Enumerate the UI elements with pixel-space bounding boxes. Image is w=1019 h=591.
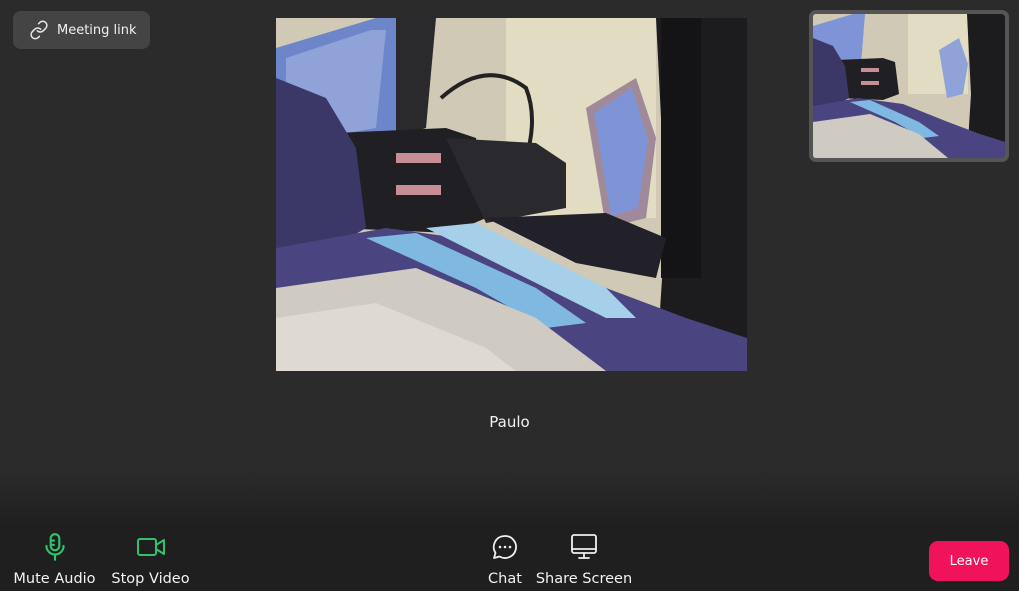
video-call-screen: Meeting link Paulo Mute Audio Stop Video… (0, 0, 1019, 591)
microphone-icon (40, 532, 70, 562)
meeting-link-button[interactable]: Meeting link (13, 11, 150, 49)
self-view-image (813, 14, 1005, 158)
link-icon (29, 20, 49, 40)
call-toolbar: Mute Audio Stop Video Chat Share Screen … (0, 524, 1019, 591)
video-camera-icon (136, 532, 166, 562)
share-screen-button[interactable]: Share Screen (536, 532, 632, 587)
main-video-feed (276, 18, 747, 371)
share-screen-label: Share Screen (535, 571, 633, 587)
chat-bubble-icon (490, 532, 520, 562)
stop-video-label: Stop Video (111, 571, 190, 587)
toolbar-fade (0, 470, 1019, 524)
participant-name: Paulo (489, 413, 530, 431)
webcam-frame (276, 18, 747, 371)
mute-audio-button[interactable]: Mute Audio (13, 532, 96, 587)
leave-button[interactable]: Leave (929, 541, 1009, 581)
meeting-link-label: Meeting link (57, 22, 137, 38)
mute-audio-label: Mute Audio (13, 571, 96, 587)
monitor-icon (569, 532, 599, 562)
chat-label: Chat (488, 571, 522, 587)
self-view-thumbnail[interactable] (809, 10, 1009, 162)
stop-video-button[interactable]: Stop Video (110, 532, 191, 587)
self-view-frame (813, 14, 1005, 158)
chat-button[interactable]: Chat (484, 532, 526, 587)
